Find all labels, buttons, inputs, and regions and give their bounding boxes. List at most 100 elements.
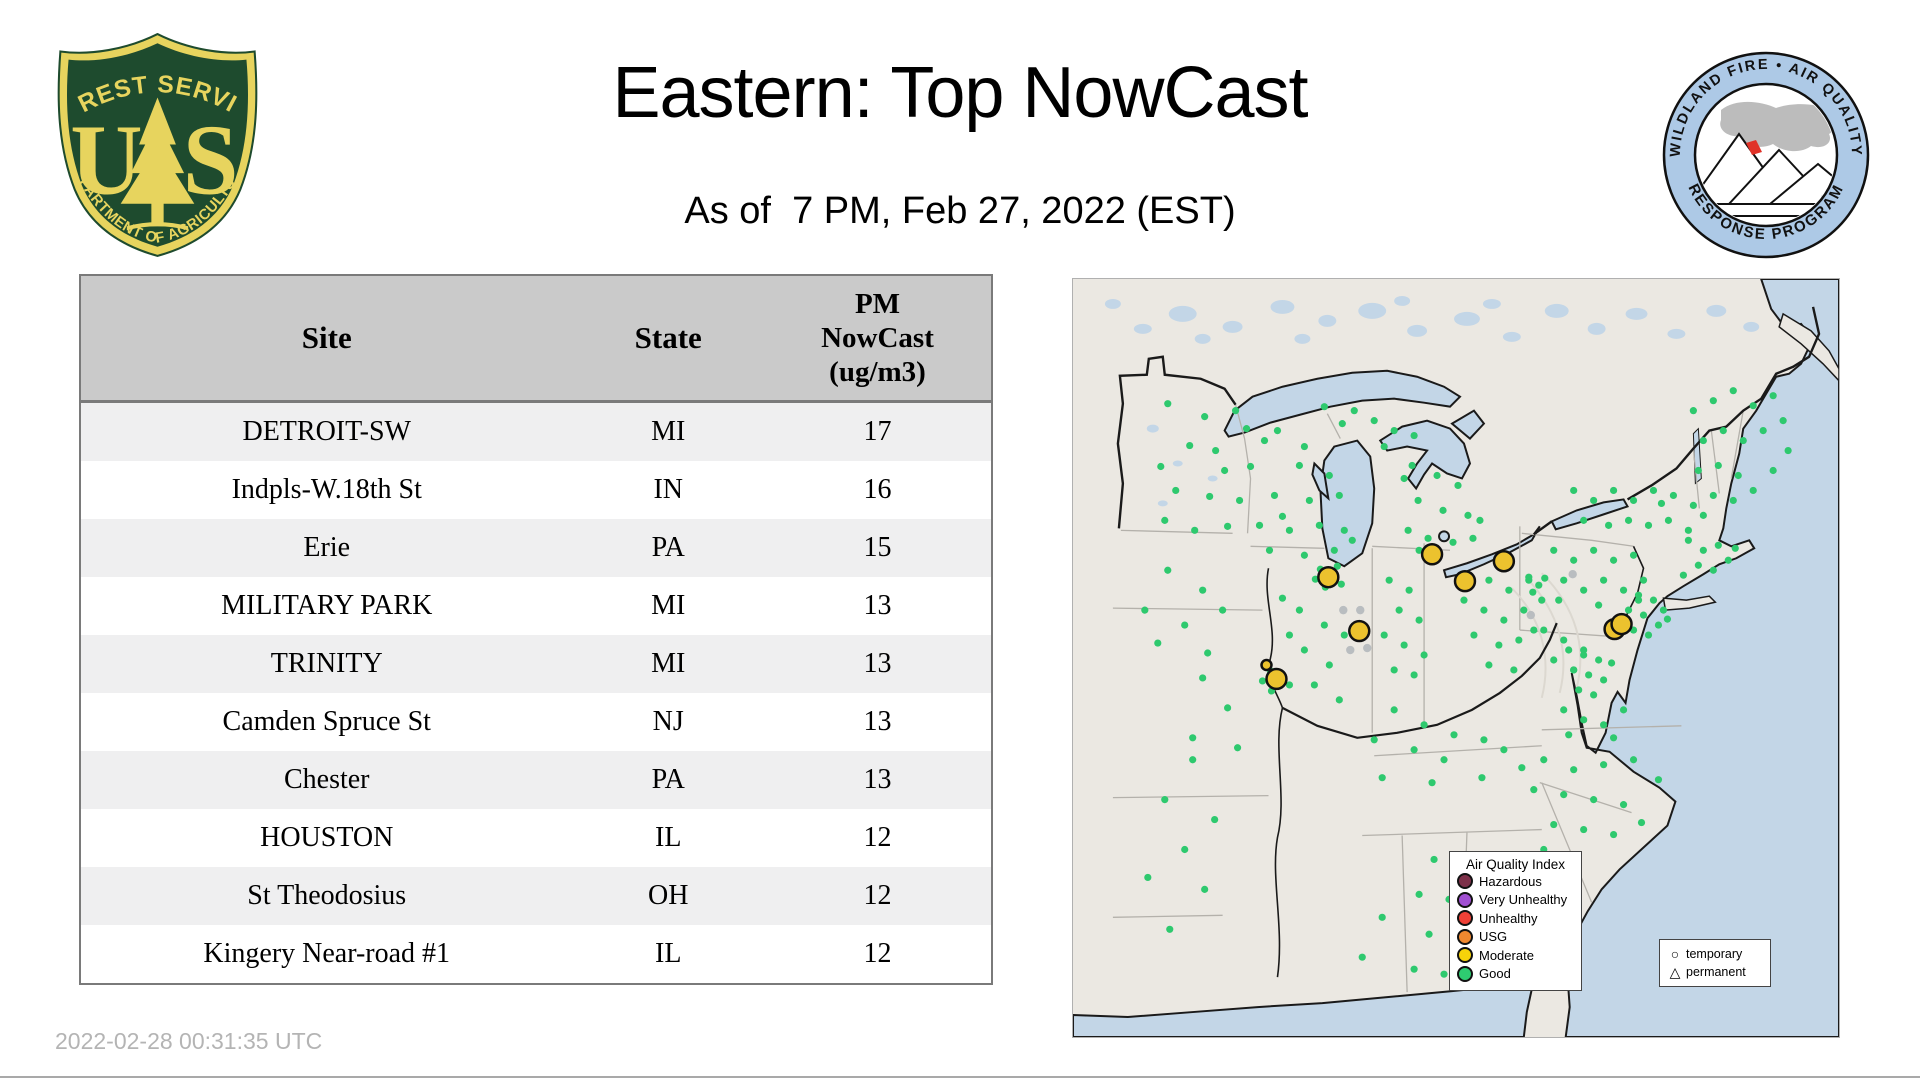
aqi-legend-label: Hazardous [1479,873,1542,889]
site-marker-good [1609,486,1618,495]
site-marker-good [1390,706,1398,714]
aqi-legend-item: Moderate [1457,946,1581,965]
site-marker-moderate [1610,612,1633,636]
site-cell: DETROIT-SW [80,401,573,461]
site-marker-moderate [1453,569,1477,593]
table-row: Indpls-W.18th St IN 16 [80,461,992,519]
aqi-color-icon [1457,873,1473,890]
site-marker-good [1278,512,1287,520]
state-cell: IN [572,461,764,519]
site-marker-good [1410,671,1418,679]
site-marker-good [1278,594,1287,602]
table-row: Chester PA 13 [80,751,992,809]
site-marker-good [1144,873,1152,882]
site-marker-good [1410,746,1418,754]
site-marker-good [1624,516,1633,524]
site-marker-good [1663,615,1672,623]
site-marker-good [1258,677,1267,685]
site-marker-good [1385,576,1393,584]
table-row: Kingery Near-road #1 IL 12 [80,925,992,984]
site-marker-good [1624,606,1633,614]
site-marker-good [1600,721,1608,729]
site-marker-good [1201,413,1209,421]
site-marker-good [1530,786,1538,794]
site-marker-moderate [1265,667,1288,691]
site-marker-good [1538,596,1546,604]
site-marker-good [1644,631,1653,639]
site-marker-good [1609,830,1618,839]
site-marker-good [1221,466,1229,475]
site-marker-good [1600,576,1608,584]
site-marker-good [1565,731,1573,739]
site-marker-good [1709,566,1717,574]
state-cell: PA [572,519,764,577]
site-marker-good [1242,425,1251,433]
site-marker-good [1231,407,1240,415]
state-cell: IL [572,925,764,984]
site-marker-good [1731,544,1739,552]
site-marker-good [1495,641,1503,649]
site-marker-good [1560,791,1568,799]
site-marker-good [1510,666,1518,674]
site-marker-good [1699,511,1707,519]
site-marker-good [1270,491,1279,500]
site-marker-good [1580,825,1588,834]
col-header-pm: PM NowCast (ug/m3) [763,275,992,403]
aqi-legend-label: USG [1479,929,1508,945]
aqi-legend-item: Very Unhealthy [1457,891,1581,910]
site-marker-good [1639,611,1648,619]
site-marker-good [1570,486,1578,495]
aqi-color-icon [1457,947,1473,964]
state-cell: MI [572,635,764,693]
state-cell: MI [572,577,764,635]
site-marker-good [1684,536,1692,544]
site-marker-good [1449,538,1457,546]
site-marker-good [1428,779,1436,787]
marker-type-item: ○ temporary [1668,945,1770,963]
site-marker-good [1255,521,1264,529]
site-marker-good [1759,427,1767,435]
aqi-legend: Air Quality Index Hazardous Very Unhealth… [1449,851,1582,991]
site-marker-good [1348,536,1356,544]
site-marker-good [1714,461,1722,470]
pm-header-line2: NowCast [821,322,934,354]
site-marker-good [1440,970,1448,978]
site-marker-good [1295,606,1304,614]
pm-value-cell: 17 [763,401,992,461]
site-marker-good [1784,446,1792,455]
page-title: Eastern: Top NowCast [612,53,1308,133]
pm-header-line3: (ug/m3) [829,356,926,388]
site-marker-good [1212,446,1220,455]
table-row: HOUSTON IL 12 [80,809,992,867]
site-marker-good [1560,576,1568,584]
site-marker-good [1460,596,1468,604]
site-marker-good [1679,571,1687,579]
site-marker-good [1415,890,1423,898]
site-marker-good [1530,626,1538,634]
site-marker-good [1585,671,1593,679]
site-marker-good [1694,466,1702,475]
site-marker-good [1570,556,1578,564]
site-marker-good [1340,526,1348,534]
site-marker-good [1181,621,1189,629]
site-marker-good [1164,400,1172,408]
site-marker-good [1325,661,1333,669]
site-marker-good [1600,676,1608,684]
site-marker-good [1464,511,1472,519]
site-marker-good [1659,606,1668,614]
aqi-color-icon [1457,910,1473,927]
site-marker-good [1541,574,1549,582]
aqi-legend-label: Unhealthy [1479,910,1538,926]
site-marker-good [1699,436,1707,445]
site-marker-good [1380,442,1388,451]
site-marker-good [1550,656,1558,664]
aqi-color-icon [1457,928,1473,945]
site-marker-good [1380,631,1388,639]
site-marker-good [1550,546,1558,554]
site-marker-good [1709,397,1717,405]
table-row: Erie PA 15 [80,519,992,577]
site-marker-good [1480,736,1488,744]
wfaqrp-badge-icon: WILDLAND FIRE • AIR QUALITY RESPONSE PRO… [1662,51,1870,259]
site-marker-good [1370,417,1378,425]
site-marker-good [1769,392,1777,400]
